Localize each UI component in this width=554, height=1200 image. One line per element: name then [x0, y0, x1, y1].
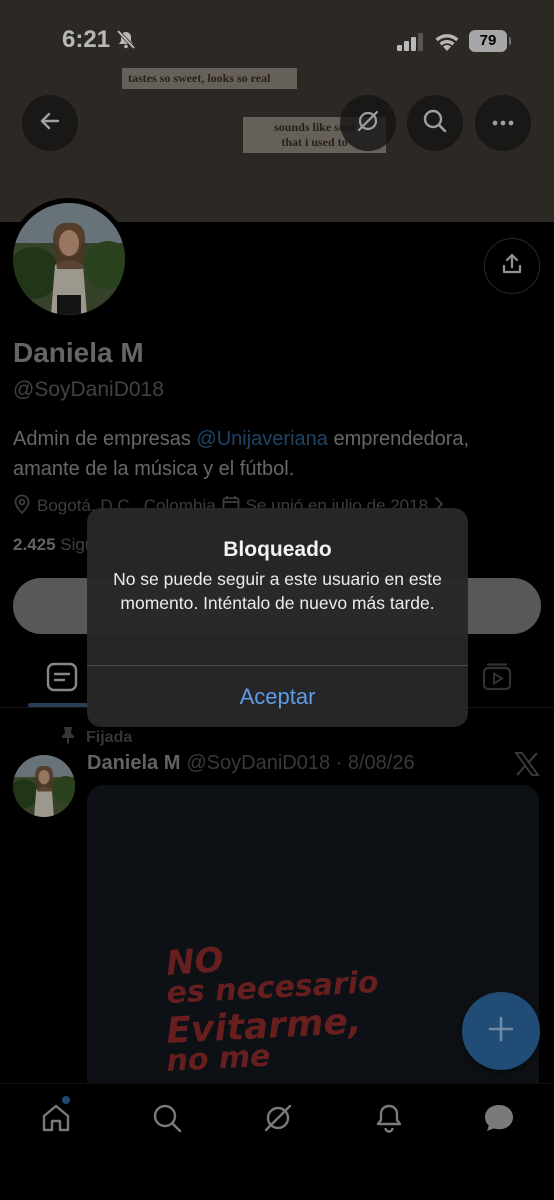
grok-button[interactable] — [340, 95, 396, 151]
bottom-navigation — [0, 1083, 554, 1200]
image-text-4: no me — [166, 1039, 272, 1075]
post-image-text: NO es necesario Evitarme, no me — [165, 945, 380, 1075]
banner-note-2-line-2: that i used to — [281, 135, 348, 149]
battery-indicator: 79 — [469, 30, 511, 52]
post-author-avatar[interactable] — [13, 755, 75, 817]
more-horizontal-icon — [491, 114, 515, 132]
plus-icon — [487, 1015, 515, 1048]
posts-tab-icon[interactable] — [46, 662, 78, 697]
profile-bio: Admin de empresas @Unijaveriana emprende… — [13, 424, 533, 484]
avatar-photo — [13, 203, 125, 315]
post-author-name[interactable]: Daniela M — [87, 752, 180, 774]
arrow-left-icon — [38, 109, 62, 138]
following-number: 2.425 — [13, 535, 56, 554]
messages-icon[interactable] — [482, 1102, 516, 1139]
status-time: 6:21 — [62, 26, 111, 53]
post-header: Daniela M @SoyDaniD018 · 8/08/26 — [87, 752, 415, 775]
share-icon — [500, 252, 524, 281]
notification-dot — [62, 1096, 70, 1104]
profile-handle: @SoyDaniD018 — [13, 378, 164, 401]
pinned-indicator: Fijada — [60, 726, 132, 749]
search-button[interactable] — [407, 95, 463, 151]
alert-dialog: Bloqueado No se puede seguir a este usua… — [87, 508, 468, 727]
post-author-handle-date: @SoyDaniD018 · 8/08/26 — [186, 752, 415, 774]
active-tab-indicator — [28, 703, 96, 707]
pinned-label: Fijada — [86, 728, 133, 746]
search-nav-icon[interactable] — [151, 1102, 183, 1139]
bell-slash-icon — [115, 29, 137, 55]
home-icon[interactable] — [40, 1102, 72, 1139]
status-bar: 6:21 79 — [0, 0, 554, 80]
more-options-button[interactable] — [475, 95, 531, 151]
wifi-icon — [433, 30, 461, 57]
profile-avatar[interactable] — [8, 198, 130, 320]
location-pin-icon — [13, 494, 31, 519]
bio-text-1: Admin de empresas — [13, 428, 197, 450]
bio-mention-link[interactable]: @Unijaveriana — [196, 428, 327, 450]
share-button[interactable] — [484, 238, 540, 294]
cellular-signal-icon — [397, 33, 425, 56]
compose-post-button[interactable] — [462, 992, 540, 1070]
x-logo-icon — [514, 751, 540, 782]
pin-icon — [60, 726, 76, 749]
back-button[interactable] — [22, 95, 78, 151]
accept-button[interactable]: Aceptar — [87, 666, 468, 727]
video-tab-icon[interactable] — [482, 662, 512, 697]
profile-name: Daniela M — [13, 337, 144, 368]
alert-message: No se puede seguir a este usuario en est… — [113, 569, 442, 613]
search-icon — [422, 108, 448, 139]
bell-icon[interactable] — [373, 1102, 405, 1139]
alert-title: Bloqueado — [223, 538, 332, 561]
grok-icon — [355, 108, 381, 139]
grok-nav-icon[interactable] — [262, 1102, 294, 1139]
